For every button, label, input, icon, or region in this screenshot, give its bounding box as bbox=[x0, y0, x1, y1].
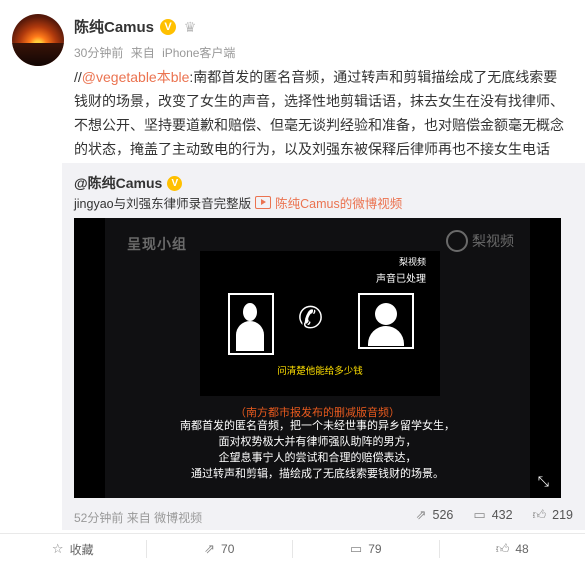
thumbs-up-icon: 👍︎ bbox=[533, 507, 547, 523]
video-link-icon bbox=[255, 196, 271, 209]
video-link[interactable]: 陈纯Camus的微博视频 bbox=[275, 193, 402, 212]
content-prefix: // bbox=[74, 69, 82, 85]
source-prefix: 来自 bbox=[131, 46, 155, 60]
repost-author[interactable]: @陈纯Camus bbox=[74, 173, 162, 193]
video-player[interactable]: 呈现小组 梨视频 梨视频 声音已处理 ✆ 问清楚他能给多少钱 （南方都市报发布的… bbox=[74, 218, 561, 498]
favorite-label: 收藏 bbox=[70, 541, 94, 558]
action-bar: ☆ 收藏 ⇗ 70 ▭ 79 👍︎ 48 bbox=[0, 533, 585, 564]
expand-icon[interactable]: ⤡ bbox=[538, 473, 549, 490]
author-name[interactable]: 陈纯Camus bbox=[74, 16, 154, 37]
favorite-button[interactable]: ☆ 收藏 bbox=[0, 540, 147, 558]
verified-icon: V bbox=[167, 176, 182, 191]
post-time[interactable]: 30分钟前 bbox=[74, 46, 123, 60]
comment-icon: ▭ bbox=[350, 541, 362, 557]
share-icon: ⇗ bbox=[416, 507, 427, 523]
thumbs-up-icon: 👍︎ bbox=[496, 541, 510, 557]
repost-count: 70 bbox=[221, 542, 234, 556]
brand-label: 梨视频 bbox=[399, 255, 426, 268]
subtitle-line: 南都首发的匿名音频，把一个未经世事的异乡留学女生， bbox=[105, 418, 530, 434]
post-meta: 30分钟前 来自 iPhone客户端 bbox=[74, 44, 239, 61]
comment-button[interactable]: ▭ 79 bbox=[293, 540, 440, 558]
repost-comment-button[interactable]: ▭ 432 bbox=[473, 507, 512, 523]
call-graphic: 梨视频 声音已处理 ✆ 问清楚他能给多少钱 bbox=[200, 251, 440, 396]
watermark-right-text: 梨视频 bbox=[472, 231, 514, 251]
repost-time[interactable]: 52分钟前 bbox=[74, 511, 123, 525]
avatar[interactable] bbox=[12, 14, 64, 66]
like-button[interactable]: 👍︎ 48 bbox=[440, 540, 585, 558]
post-source: iPhone客户端 bbox=[162, 46, 235, 60]
subtitle-line: 通过转声和剪辑，描绘成了无底线索要钱财的场景。 bbox=[105, 466, 530, 482]
processed-label: 声音已处理 bbox=[376, 270, 426, 285]
verified-icon: V bbox=[160, 19, 176, 35]
person-icon bbox=[358, 293, 414, 349]
call-caption: 问清楚他能给多少钱 bbox=[200, 363, 440, 377]
comment-count: 79 bbox=[368, 542, 381, 556]
subtitles: 南都首发的匿名音频，把一个未经世事的异乡留学女生， 面对权势极大并有律师强队助阵… bbox=[105, 418, 530, 482]
video-frame[interactable]: 呈现小组 梨视频 梨视频 声音已处理 ✆ 问清楚他能给多少钱 （南方都市报发布的… bbox=[105, 218, 530, 498]
repost-source-prefix: 来自 bbox=[127, 511, 151, 525]
post-content: //@vegetable本ble:南都首发的匿名音频，通过转声和剪辑描绘成了无底… bbox=[74, 65, 568, 161]
share-icon: ⇗ bbox=[204, 541, 215, 557]
member-badge-icon[interactable]: ♛ bbox=[182, 19, 198, 35]
watermark-left: 呈现小组 bbox=[127, 234, 187, 254]
subtitle-line: 面对权势极大并有律师强队助阵的男方， bbox=[105, 434, 530, 450]
woman-silhouette-icon bbox=[228, 293, 274, 355]
subtitle-line: 企望息事宁人的尝试和合理的赔偿表达， bbox=[105, 450, 530, 466]
repost-share-button[interactable]: ⇗ 526 bbox=[416, 507, 454, 523]
repost-like-count: 219 bbox=[552, 508, 573, 522]
repost-meta: 52分钟前 来自 微博视频 bbox=[74, 509, 202, 526]
repost-button[interactable]: ⇗ 70 bbox=[147, 540, 294, 558]
repost-text-row: jingyao与刘强东律师录音完整版 陈纯Camus的微博视频 bbox=[74, 193, 402, 212]
repost-author-row: @陈纯Camus V bbox=[74, 173, 182, 193]
repost-comment-count: 432 bbox=[492, 508, 513, 522]
repost-card: @陈纯Camus V jingyao与刘强东律师录音完整版 陈纯Camus的微博… bbox=[62, 163, 585, 530]
repost-source: 微博视频 bbox=[154, 511, 202, 525]
comment-icon: ▭ bbox=[473, 507, 485, 523]
repost-text: jingyao与刘强东律师录音完整版 bbox=[74, 193, 251, 212]
like-count: 48 bbox=[515, 542, 528, 556]
author-row: 陈纯Camus V ♛ bbox=[74, 16, 198, 37]
repost-share-count: 526 bbox=[433, 508, 454, 522]
watermark-right: 梨视频 bbox=[446, 230, 514, 252]
watermark-logo-icon bbox=[446, 230, 468, 252]
phone-icon: ✆ bbox=[298, 301, 323, 336]
star-icon: ☆ bbox=[52, 541, 64, 557]
repost-actions: ⇗ 526 ▭ 432 👍︎ 219 bbox=[416, 507, 573, 523]
repost-like-button[interactable]: 👍︎ 219 bbox=[533, 507, 573, 523]
mention-link[interactable]: @vegetable本ble bbox=[82, 69, 190, 85]
